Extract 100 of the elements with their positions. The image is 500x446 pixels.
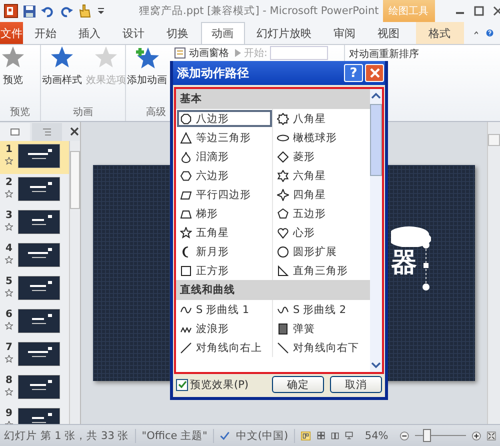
pentagon-icon xyxy=(277,208,289,220)
theme-name: "Office 主题" xyxy=(142,428,214,442)
path-option[interactable]: 六角星 xyxy=(273,166,370,185)
pane-icon xyxy=(174,47,186,59)
reorder-label: 对动画重新排序 xyxy=(349,48,420,61)
hand-icon[interactable] xyxy=(78,4,92,18)
animation-pane-button[interactable]: 动画窗格 xyxy=(174,46,229,60)
normal-view-icon[interactable] xyxy=(301,430,311,442)
slide-thumbnail xyxy=(18,210,60,234)
undo-icon[interactable] xyxy=(41,4,55,18)
path-option[interactable]: 波浪形 xyxy=(176,319,273,338)
slide-thumbnail-row[interactable]: 2 xyxy=(0,174,69,207)
scrollbar[interactable] xyxy=(69,141,80,424)
path-option[interactable]: 八边形 xyxy=(176,109,273,128)
slide-thumbnail-row[interactable]: 1 xyxy=(0,141,69,174)
file-tab[interactable]: 文件 xyxy=(0,22,23,44)
slide-sorter-icon[interactable] xyxy=(316,430,325,441)
path-option[interactable]: 圆形扩展 xyxy=(273,242,370,261)
powerpoint-icon[interactable] xyxy=(4,4,18,18)
zoom-level[interactable]: 54% xyxy=(364,430,394,442)
diagonal-line-icon xyxy=(180,342,192,354)
collapse-ribbon-icon[interactable] xyxy=(474,30,478,36)
path-option[interactable]: 八角星 xyxy=(273,109,370,128)
path-option[interactable]: 对角线向右下 xyxy=(273,338,370,357)
close-icon[interactable] xyxy=(70,127,79,136)
ribbon-tab[interactable]: 视图 xyxy=(368,22,410,44)
maximize-icon[interactable] xyxy=(474,6,484,16)
path-option[interactable]: S 形曲线 1 xyxy=(176,300,273,319)
zoom-in-icon[interactable] xyxy=(472,430,482,442)
slide-number: 2 xyxy=(6,177,12,188)
circle-icon xyxy=(277,246,289,258)
slide-number: 4 xyxy=(6,243,12,254)
slide-number: 5 xyxy=(6,276,12,287)
slide-thumbnail-row[interactable]: 7 xyxy=(0,339,69,372)
start-dropdown[interactable] xyxy=(270,46,328,60)
slide-thumbnail-row[interactable]: 9 xyxy=(0,405,69,424)
scrollbar[interactable] xyxy=(370,89,382,372)
path-option[interactable]: 五角星 xyxy=(176,223,273,242)
slide-thumbnail-row[interactable]: 3 xyxy=(0,207,69,240)
slideshow-icon[interactable] xyxy=(344,430,353,441)
close-button[interactable] xyxy=(365,64,384,82)
checkbox[interactable] xyxy=(176,378,188,390)
close-icon[interactable] xyxy=(492,6,500,16)
path-option[interactable]: S 形曲线 2 xyxy=(273,300,370,319)
scroll-up-icon[interactable] xyxy=(371,92,381,100)
path-option[interactable]: 平行四边形 xyxy=(176,185,273,204)
path-option[interactable]: 橄榄球形 xyxy=(273,128,370,147)
preview-button[interactable]: 预览 xyxy=(0,46,26,87)
ribbon-tab[interactable]: 格式 xyxy=(416,22,464,44)
help-button[interactable]: ? xyxy=(344,64,363,82)
path-option[interactable]: 梯形 xyxy=(176,204,273,223)
s-curve-icon xyxy=(277,304,289,316)
redo-icon[interactable] xyxy=(60,4,73,18)
scrollbar[interactable] xyxy=(487,122,500,424)
spell-check-icon[interactable] xyxy=(220,430,230,442)
teardrop-icon xyxy=(180,150,192,162)
octagon-icon xyxy=(180,112,192,124)
path-option[interactable]: 四角星 xyxy=(273,185,370,204)
reading-view-icon[interactable] xyxy=(330,430,339,441)
path-option[interactable]: 弹簧 xyxy=(273,319,370,338)
right-triangle-icon xyxy=(277,264,289,276)
path-option[interactable]: 直角三角形 xyxy=(273,261,370,280)
preview-checkbox[interactable]: 预览效果(P) xyxy=(176,378,249,392)
path-option[interactable]: 六边形 xyxy=(176,166,273,185)
scroll-down-icon[interactable] xyxy=(371,361,381,369)
ribbon-tab[interactable]: 设计 xyxy=(112,22,155,44)
path-option[interactable]: 菱形 xyxy=(273,147,370,166)
slide-thumbnail-row[interactable]: 5 xyxy=(0,273,69,306)
dialog-button[interactable]: 确定 xyxy=(272,376,324,393)
slide-thumbnail xyxy=(18,342,60,366)
path-option[interactable]: 新月形 xyxy=(176,242,273,261)
dialog-button[interactable]: 取消 xyxy=(330,376,382,393)
save-icon[interactable] xyxy=(23,4,36,18)
ribbon-tab[interactable]: 动画 xyxy=(200,22,245,44)
fit-window-icon[interactable] xyxy=(487,430,496,442)
add-animation-button[interactable]: 添加动画 xyxy=(126,46,168,87)
ribbon-tab[interactable]: 幻灯片放映 xyxy=(246,22,322,44)
slide-thumbnail-row[interactable]: 8 xyxy=(0,372,69,405)
path-option[interactable]: 五边形 xyxy=(273,204,370,223)
slides-tab[interactable] xyxy=(0,122,30,140)
selection-handles[interactable] xyxy=(421,241,431,291)
ribbon-tab[interactable]: 插入 xyxy=(68,22,111,44)
group-label: 预览 xyxy=(10,106,30,119)
customize-dropdown-icon[interactable] xyxy=(97,6,105,16)
slide-thumbnail-row[interactable]: 6 xyxy=(0,306,69,339)
close-icon xyxy=(370,68,380,78)
ribbon-tab[interactable]: 审阅 xyxy=(324,22,366,44)
path-option[interactable]: 对角线向右上 xyxy=(176,338,273,357)
hexagon-icon xyxy=(180,170,192,182)
ribbon-tab[interactable]: 开始 xyxy=(24,22,67,44)
ribbon-tab[interactable]: 切换 xyxy=(156,22,199,44)
path-option[interactable]: 心形 xyxy=(273,223,370,242)
path-option[interactable]: 等边三角形 xyxy=(176,128,273,147)
outline-tab[interactable] xyxy=(32,122,62,140)
path-option[interactable]: 泪滴形 xyxy=(176,147,273,166)
zoom-slider-thumb[interactable] xyxy=(423,429,432,442)
slide-thumbnail-row[interactable]: 4 xyxy=(0,240,69,273)
ribbon-button[interactable]: 动画样式 xyxy=(41,46,83,87)
zoom-out-icon[interactable] xyxy=(400,430,410,442)
slide-number: 9 xyxy=(6,408,12,419)
